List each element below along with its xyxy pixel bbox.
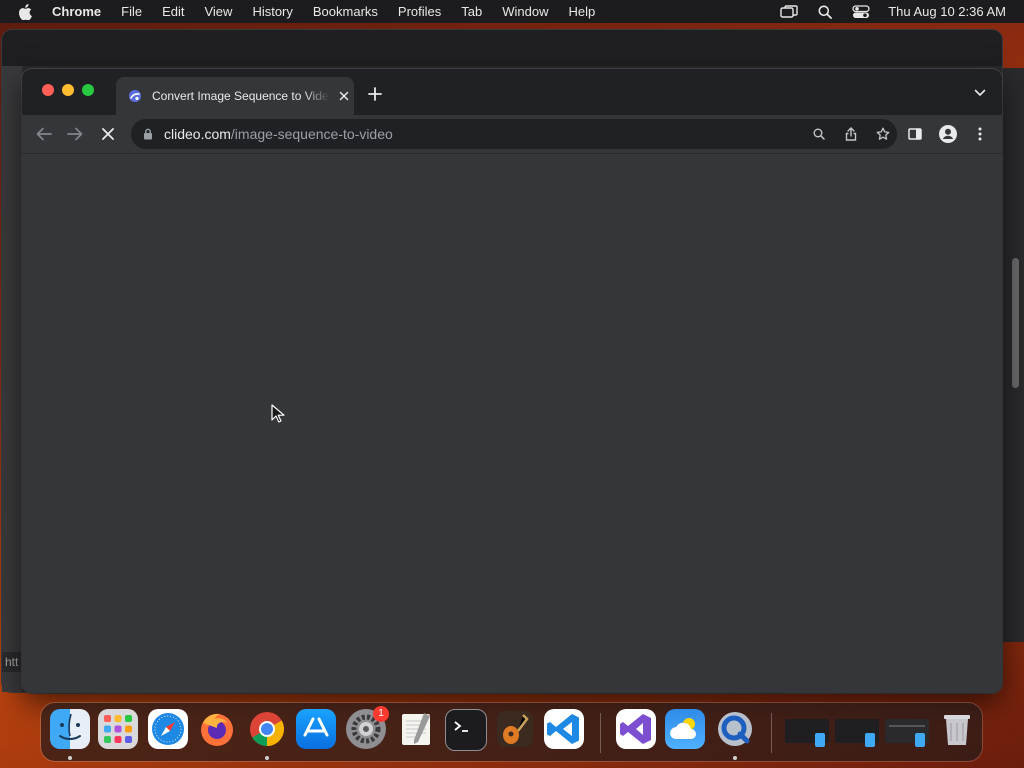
control-center-icon[interactable] xyxy=(852,3,870,21)
profile-avatar-icon[interactable] xyxy=(938,124,958,144)
dock-chrome-icon[interactable] xyxy=(247,709,287,749)
dock-weather-icon[interactable] xyxy=(665,709,705,749)
dock-terminal-icon[interactable] xyxy=(445,709,487,751)
side-panel-icon[interactable] xyxy=(905,124,925,144)
dock-launchpad-icon[interactable] xyxy=(98,709,138,749)
background-scrollbar-thumb[interactable] xyxy=(1012,258,1019,388)
menu-tab[interactable]: Tab xyxy=(461,0,482,23)
browser-toolbar: clideo.com/image-sequence-to-video xyxy=(22,115,1002,154)
menu-bar-extras: Thu Aug 10 2:36 AM xyxy=(780,0,1006,23)
background-window-right-edge xyxy=(1003,68,1024,642)
window-zoom-button[interactable] xyxy=(82,84,94,96)
url-path: /image-sequence-to-video xyxy=(230,126,393,142)
menu-profiles[interactable]: Profiles xyxy=(398,0,441,23)
share-icon[interactable] xyxy=(841,124,861,144)
dock-garageband-icon[interactable] xyxy=(495,709,535,749)
dock-visual-studio-icon[interactable] xyxy=(616,709,656,749)
dock-running-indicator xyxy=(68,756,72,760)
lock-icon[interactable] xyxy=(143,128,155,140)
mouse-pointer-icon xyxy=(271,404,285,424)
dock-separator xyxy=(600,713,601,753)
menu-window[interactable]: Window xyxy=(502,0,548,23)
address-bar-actions xyxy=(809,119,893,149)
window-minimize-button[interactable] xyxy=(62,84,74,96)
menu-bar-clock[interactable]: Thu Aug 10 2:36 AM xyxy=(888,4,1006,19)
dock-trash-icon[interactable] xyxy=(937,709,977,749)
dock-running-indicator xyxy=(733,756,737,760)
search-icon[interactable] xyxy=(809,124,829,144)
menu-history[interactable]: History xyxy=(252,0,292,23)
page-content-loading[interactable] xyxy=(22,154,1002,693)
dock-quicktime-icon[interactable] xyxy=(715,709,755,749)
menu-file[interactable]: File xyxy=(121,0,142,23)
background-window-content xyxy=(2,66,22,692)
dock-app-store-icon[interactable] xyxy=(296,709,336,749)
dock-finder-icon[interactable] xyxy=(50,709,90,749)
clideo-favicon-icon xyxy=(128,89,142,103)
spotlight-search-icon[interactable] xyxy=(816,3,834,21)
new-tab-plus-icon[interactable] xyxy=(366,85,384,103)
stop-loading-close-icon[interactable] xyxy=(98,124,118,144)
background-window-titlebar xyxy=(2,30,1002,66)
tab-active[interactable]: Convert Image Sequence to Video xyxy=(116,77,354,115)
dock-safari-icon[interactable] xyxy=(148,709,188,749)
more-options-icon[interactable] xyxy=(970,124,990,144)
chrome-window: Convert Image Sequence to Video clideo.c… xyxy=(22,69,1002,693)
menu-view[interactable]: View xyxy=(204,0,232,23)
bookmark-star-icon[interactable] xyxy=(873,124,893,144)
tab-search-chevron-down-icon[interactable] xyxy=(972,85,988,101)
menu-help[interactable]: Help xyxy=(569,0,596,23)
address-bar[interactable]: clideo.com/image-sequence-to-video xyxy=(131,119,897,149)
dock-textedit-icon[interactable] xyxy=(396,709,436,749)
back-arrow-icon[interactable] xyxy=(34,124,54,144)
menu-bookmarks[interactable]: Bookmarks xyxy=(313,0,378,23)
forward-arrow-icon[interactable] xyxy=(65,124,85,144)
url-text[interactable]: clideo.com/image-sequence-to-video xyxy=(164,126,393,142)
screen-mirroring-icon[interactable] xyxy=(780,3,798,21)
dock: 1 xyxy=(41,703,982,761)
menu-bar: Chrome File Edit View History Bookmarks … xyxy=(0,0,1024,23)
dock-firefox-icon[interactable] xyxy=(197,709,237,749)
url-host: clideo.com xyxy=(164,126,231,142)
dock-running-indicator xyxy=(265,756,269,760)
dock-separator xyxy=(771,713,772,753)
dock-minimized-window-1[interactable] xyxy=(785,715,829,749)
dock-minimized-window-3[interactable] xyxy=(885,715,929,749)
menu-app-chrome[interactable]: Chrome xyxy=(52,0,101,23)
window-close-button[interactable] xyxy=(42,84,54,96)
dock-vscode-icon[interactable] xyxy=(544,709,584,749)
notification-badge: 1 xyxy=(373,706,389,722)
dock-minimized-window-2[interactable] xyxy=(835,715,879,749)
tab-close-icon[interactable] xyxy=(336,88,352,104)
apple-menu-icon[interactable] xyxy=(18,3,34,20)
menu-edit[interactable]: Edit xyxy=(162,0,184,23)
tab-strip: Convert Image Sequence to Video xyxy=(22,69,1002,115)
tab-title: Convert Image Sequence to Video xyxy=(152,89,330,103)
